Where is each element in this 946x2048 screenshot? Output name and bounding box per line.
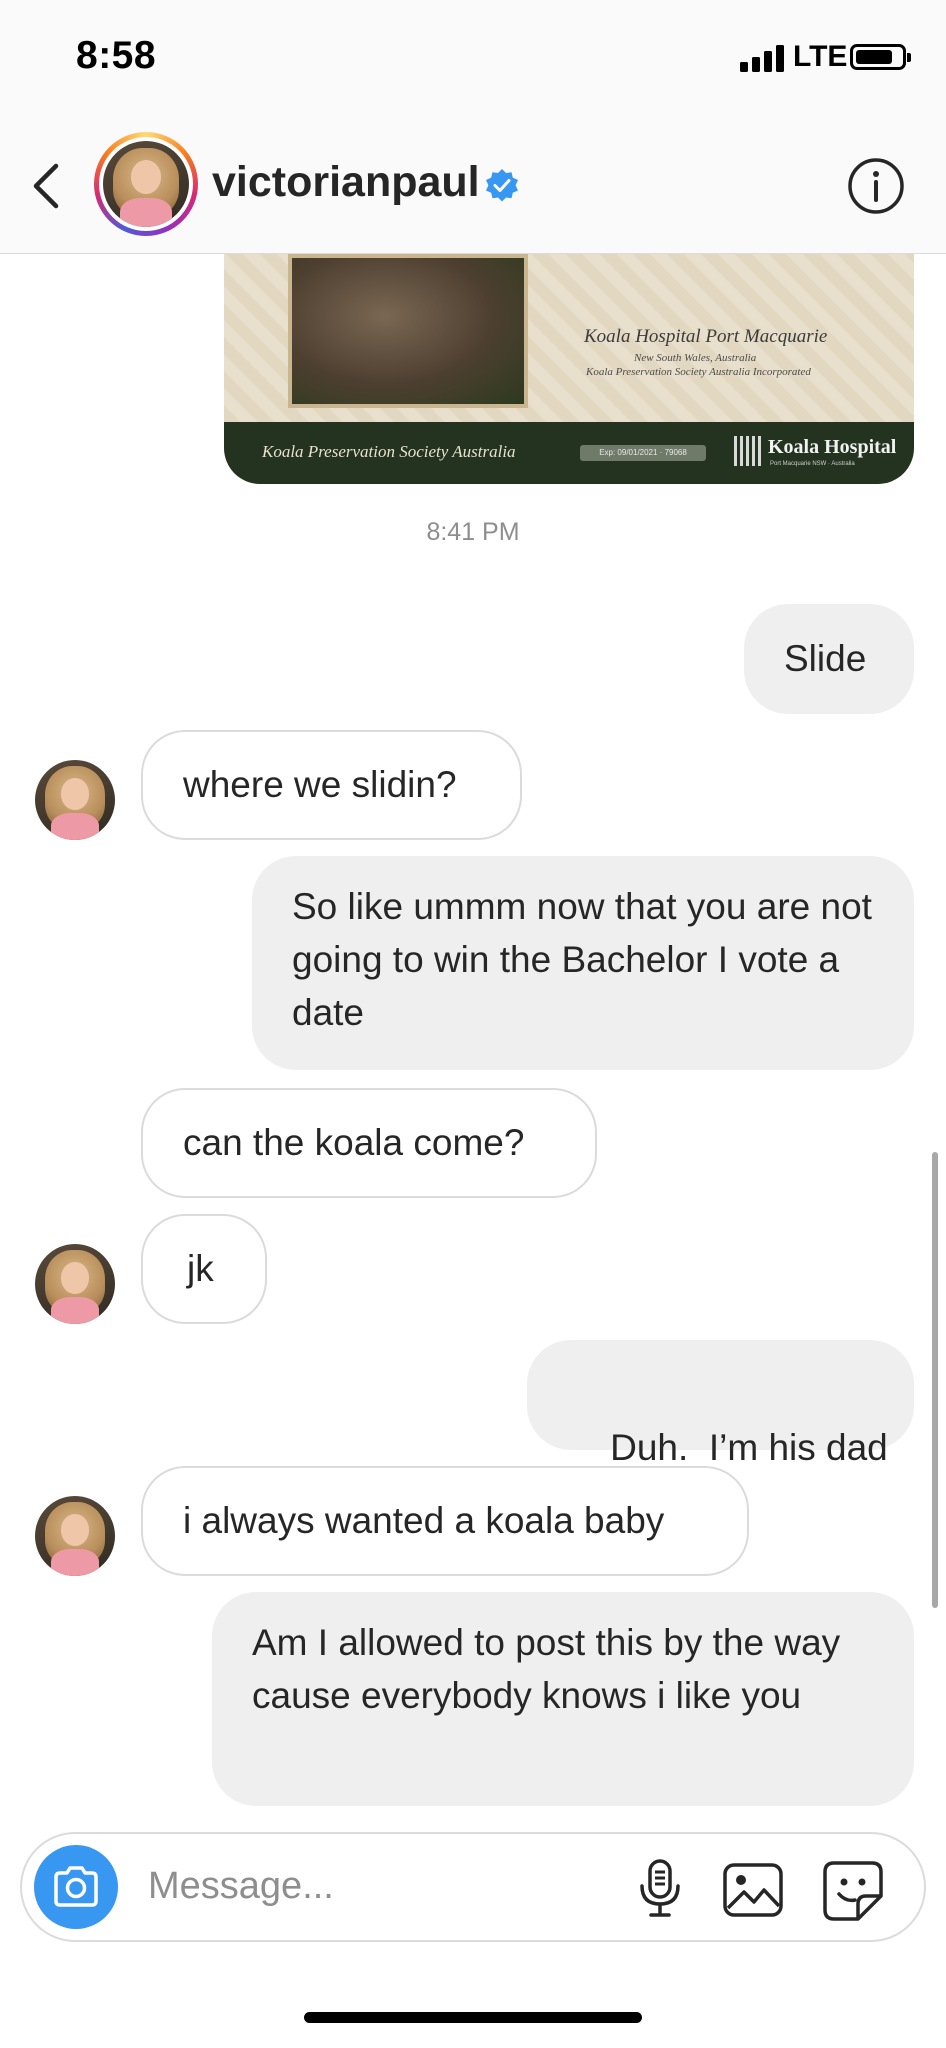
outgoing-message[interactable]: Duh. I’m his dad	[527, 1340, 914, 1468]
sender-avatar[interactable]	[35, 1244, 115, 1324]
back-chevron-icon[interactable]	[22, 154, 78, 218]
message-text: Am I allowed to post this by the way cau…	[252, 1622, 841, 1716]
info-icon[interactable]	[846, 156, 906, 216]
outgoing-message[interactable]: So like ummm now that you are not going …	[252, 856, 914, 1070]
header-avatar[interactable]	[94, 132, 198, 236]
home-indicator[interactable]	[304, 2012, 642, 2023]
network-label: LTE	[793, 40, 848, 73]
incoming-message[interactable]: i always wanted a koala baby	[141, 1466, 749, 1576]
camera-button[interactable]	[34, 1845, 118, 1929]
message-text: jk	[187, 1248, 214, 1289]
incoming-message[interactable]: can the koala come?	[141, 1088, 597, 1198]
message-composer	[20, 1832, 926, 1942]
message-text: can the koala come?	[183, 1122, 525, 1163]
message-text: Slide	[784, 638, 867, 679]
chat-header: victorianpaul	[0, 118, 946, 254]
camera-icon	[54, 1866, 98, 1907]
message-thread[interactable]: Koala Hospital Port Macquarie New South …	[0, 254, 946, 1824]
message-text: Duh. I’m his dad	[610, 1427, 888, 1468]
card-footer-brand-sub: Port Macquarie NSW · Australia	[770, 461, 855, 467]
koala-hospital-logo	[734, 436, 764, 466]
card-title: Koala Hospital Port Macquarie	[584, 326, 828, 347]
koala-photo	[288, 254, 528, 408]
sender-avatar[interactable]	[35, 1496, 115, 1576]
message-text: i always wanted a koala baby	[183, 1500, 665, 1541]
gallery-icon[interactable]	[722, 1862, 784, 1918]
card-subtitle-location: New South Wales, Australia	[634, 352, 757, 364]
incoming-message[interactable]: where we slidin?	[141, 730, 522, 840]
card-subtitle-org: Koala Preservation Society Australia Inc…	[586, 366, 811, 378]
status-bar: 8:58 LTE	[0, 0, 946, 118]
message-timestamp: 8:41 PM	[426, 518, 520, 546]
message-text: So like ummm now that you are not going …	[292, 886, 872, 1033]
scrollbar[interactable]	[932, 1152, 938, 1608]
sticker-icon[interactable]	[822, 1860, 884, 1922]
sender-avatar[interactable]	[35, 760, 115, 840]
outgoing-message[interactable]: Am I allowed to post this by the way cau…	[212, 1592, 914, 1806]
outgoing-message[interactable]: Slide	[744, 604, 914, 714]
signal-strength-icon	[740, 44, 784, 72]
card-footer-brand: Koala Hospital	[768, 436, 897, 458]
message-text: where we slidin?	[183, 764, 457, 805]
card-expiry: Exp: 09/01/2021 · 79068	[580, 445, 706, 461]
microphone-icon[interactable]	[634, 1858, 686, 1918]
card-footer-org: Koala Preservation Society Australia	[262, 442, 516, 461]
message-input[interactable]	[148, 1856, 608, 1916]
shared-post-card[interactable]: Koala Hospital Port Macquarie New South …	[224, 254, 914, 484]
incoming-message[interactable]: jk	[141, 1214, 267, 1324]
battery-icon	[850, 44, 911, 70]
chat-username[interactable]: victorianpaul	[212, 158, 480, 207]
verified-badge-icon	[484, 168, 520, 204]
status-time: 8:58	[76, 34, 157, 77]
